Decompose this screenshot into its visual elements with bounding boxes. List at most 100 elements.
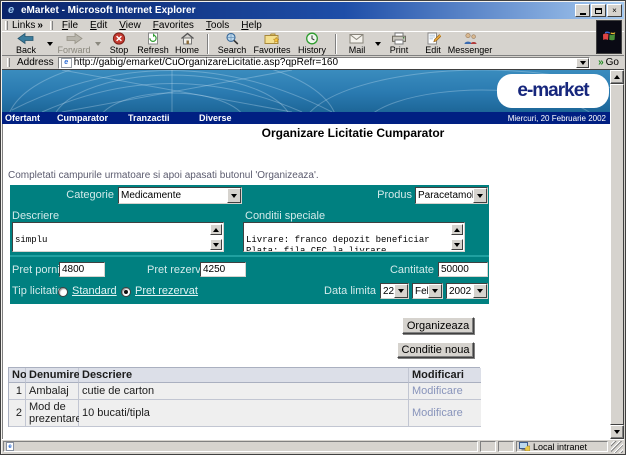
- scroll-up-icon[interactable]: [210, 224, 222, 235]
- chevron-down-icon[interactable]: [473, 284, 487, 298]
- produs-label: Produs: [340, 189, 412, 201]
- year-select[interactable]: 2002: [446, 283, 488, 299]
- status-bar: e Local intranet: [2, 439, 624, 453]
- back-button[interactable]: Back: [6, 32, 46, 55]
- table-header-row: No Denumire Descriere Modificari: [9, 368, 479, 383]
- conditii-textarea[interactable]: Livrare: franco depozit beneficiar Plata…: [243, 222, 465, 252]
- standard-radio[interactable]: [58, 287, 68, 297]
- menu-view[interactable]: View: [113, 20, 147, 31]
- produs-select[interactable]: Paracetamol: [415, 187, 488, 204]
- stop-button[interactable]: Stop: [102, 32, 136, 55]
- conditii-label: Conditii speciale: [245, 210, 325, 222]
- refresh-icon: [146, 32, 160, 45]
- menu-edit[interactable]: Edit: [84, 20, 113, 31]
- current-date: Miercuri, 20 Februarie 2002: [508, 114, 606, 123]
- forward-arrow-icon: [65, 32, 83, 45]
- nav-diverse[interactable]: Diverse: [199, 113, 232, 123]
- col-header-denumire: Denumire: [26, 368, 79, 383]
- menu-help[interactable]: Help: [235, 20, 268, 31]
- organizeaza-button[interactable]: Organizeaza: [402, 317, 474, 334]
- toolbar-grip[interactable]: [5, 21, 8, 30]
- back-arrow-icon: [17, 32, 35, 45]
- chevron-down-icon[interactable]: [227, 188, 241, 203]
- menu-favorites[interactable]: Favorites: [147, 20, 200, 31]
- pret-rezervat-input[interactable]: [200, 262, 246, 277]
- data-limita-label: Data limita: [280, 285, 376, 297]
- col-header-descriere: Descriere: [79, 368, 409, 383]
- links-toolbar-label[interactable]: Links: [12, 20, 35, 31]
- document-icon: e: [6, 442, 14, 451]
- edit-button[interactable]: Edit: [416, 32, 450, 55]
- address-grip[interactable]: [7, 58, 10, 67]
- categorie-label: Categorie: [10, 189, 114, 201]
- cantitate-input[interactable]: [438, 262, 488, 277]
- pret-rezervat-radio[interactable]: [121, 287, 131, 297]
- home-button[interactable]: Home: [170, 32, 204, 55]
- status-pane: [480, 441, 496, 452]
- page-content: Organizare Licitatie Cumparator Completa…: [2, 124, 624, 439]
- standard-toolbar: Back Forward Stop Refresh Home Search Fa…: [2, 32, 624, 56]
- mail-dropdown[interactable]: [374, 32, 382, 55]
- menu-tools[interactable]: Tools: [200, 20, 235, 31]
- address-url[interactable]: http://gabig/emarket/CuOrganizareLicitat…: [74, 57, 576, 68]
- ie-throbber-logo: [596, 20, 622, 54]
- search-icon: [225, 32, 240, 45]
- row-descriere: 10 bucati/tipla: [79, 400, 409, 427]
- descriere-textarea[interactable]: simplu: [12, 222, 224, 252]
- address-label: Address: [17, 57, 54, 68]
- table-row: 2 Mod de prezentare 10 bucati/tipla Modi…: [9, 400, 479, 427]
- categorie-select[interactable]: Medicamente: [118, 187, 242, 204]
- auction-form: Categorie Medicamente Produs Paracetamol…: [10, 185, 489, 304]
- standard-option-link[interactable]: Standard: [72, 285, 117, 297]
- toolbar-separator: [335, 34, 337, 54]
- search-button[interactable]: Search: [212, 32, 252, 55]
- address-dropdown[interactable]: [576, 58, 589, 68]
- messenger-button[interactable]: Messenger: [450, 32, 490, 55]
- mail-envelope-icon: [349, 32, 365, 45]
- nav-ofertant[interactable]: Ofertant: [5, 113, 40, 123]
- title-bar: e eMarket - Microsoft Internet Explorer …: [2, 2, 624, 19]
- print-button[interactable]: Print: [382, 32, 416, 55]
- conditie-noua-button[interactable]: Conditie noua: [397, 342, 474, 358]
- textarea-scrollbar[interactable]: [451, 224, 463, 250]
- scroll-down-icon[interactable]: [451, 239, 463, 250]
- scrollbar-thumb[interactable]: [610, 84, 624, 425]
- modificare-link[interactable]: Modificare: [412, 407, 463, 419]
- page-scrollbar[interactable]: [610, 70, 624, 439]
- scroll-down-icon[interactable]: [210, 239, 222, 250]
- scroll-up-icon[interactable]: [451, 224, 463, 235]
- day-select[interactable]: 22: [380, 283, 409, 299]
- pret-pornire-input[interactable]: [59, 262, 105, 277]
- nav-tranzactii[interactable]: Tranzactii: [128, 113, 170, 123]
- mail-button[interactable]: Mail: [340, 32, 374, 55]
- zone-label: Local intranet: [533, 442, 587, 452]
- minimize-button[interactable]: [575, 4, 590, 17]
- favorites-button[interactable]: Favorites: [252, 32, 292, 55]
- chevron-down-icon[interactable]: [473, 188, 487, 203]
- home-icon: [180, 32, 195, 45]
- pret-rezervat-option-link[interactable]: Pret rezervat: [135, 285, 198, 297]
- menu-file[interactable]: File: [56, 20, 84, 31]
- address-input[interactable]: e http://gabig/emarket/CuOrganizareLicit…: [58, 57, 590, 69]
- intranet-zone-icon: [519, 442, 530, 451]
- resize-grip[interactable]: [611, 441, 623, 453]
- go-button[interactable]: » Go: [595, 57, 622, 69]
- emarket-logo: e-market: [497, 74, 609, 108]
- scroll-down-icon[interactable]: [610, 425, 624, 439]
- textarea-scrollbar[interactable]: [210, 224, 222, 250]
- links-overflow-icon[interactable]: »: [37, 20, 43, 31]
- maximize-button[interactable]: [591, 4, 606, 17]
- chevron-down-icon[interactable]: [428, 284, 442, 298]
- nav-cumparator[interactable]: Cumparator: [57, 113, 108, 123]
- refresh-button[interactable]: Refresh: [136, 32, 170, 55]
- back-dropdown[interactable]: [46, 32, 54, 55]
- forward-button[interactable]: Forward: [54, 32, 94, 55]
- history-button[interactable]: History: [292, 32, 332, 55]
- modificare-link[interactable]: Modificare: [412, 385, 463, 397]
- close-button[interactable]: ×: [607, 4, 622, 17]
- forward-dropdown[interactable]: [94, 32, 102, 55]
- month-select[interactable]: Feb: [412, 283, 443, 299]
- menu-grip[interactable]: [50, 21, 53, 30]
- scroll-up-icon[interactable]: [610, 70, 624, 84]
- chevron-down-icon[interactable]: [394, 284, 408, 298]
